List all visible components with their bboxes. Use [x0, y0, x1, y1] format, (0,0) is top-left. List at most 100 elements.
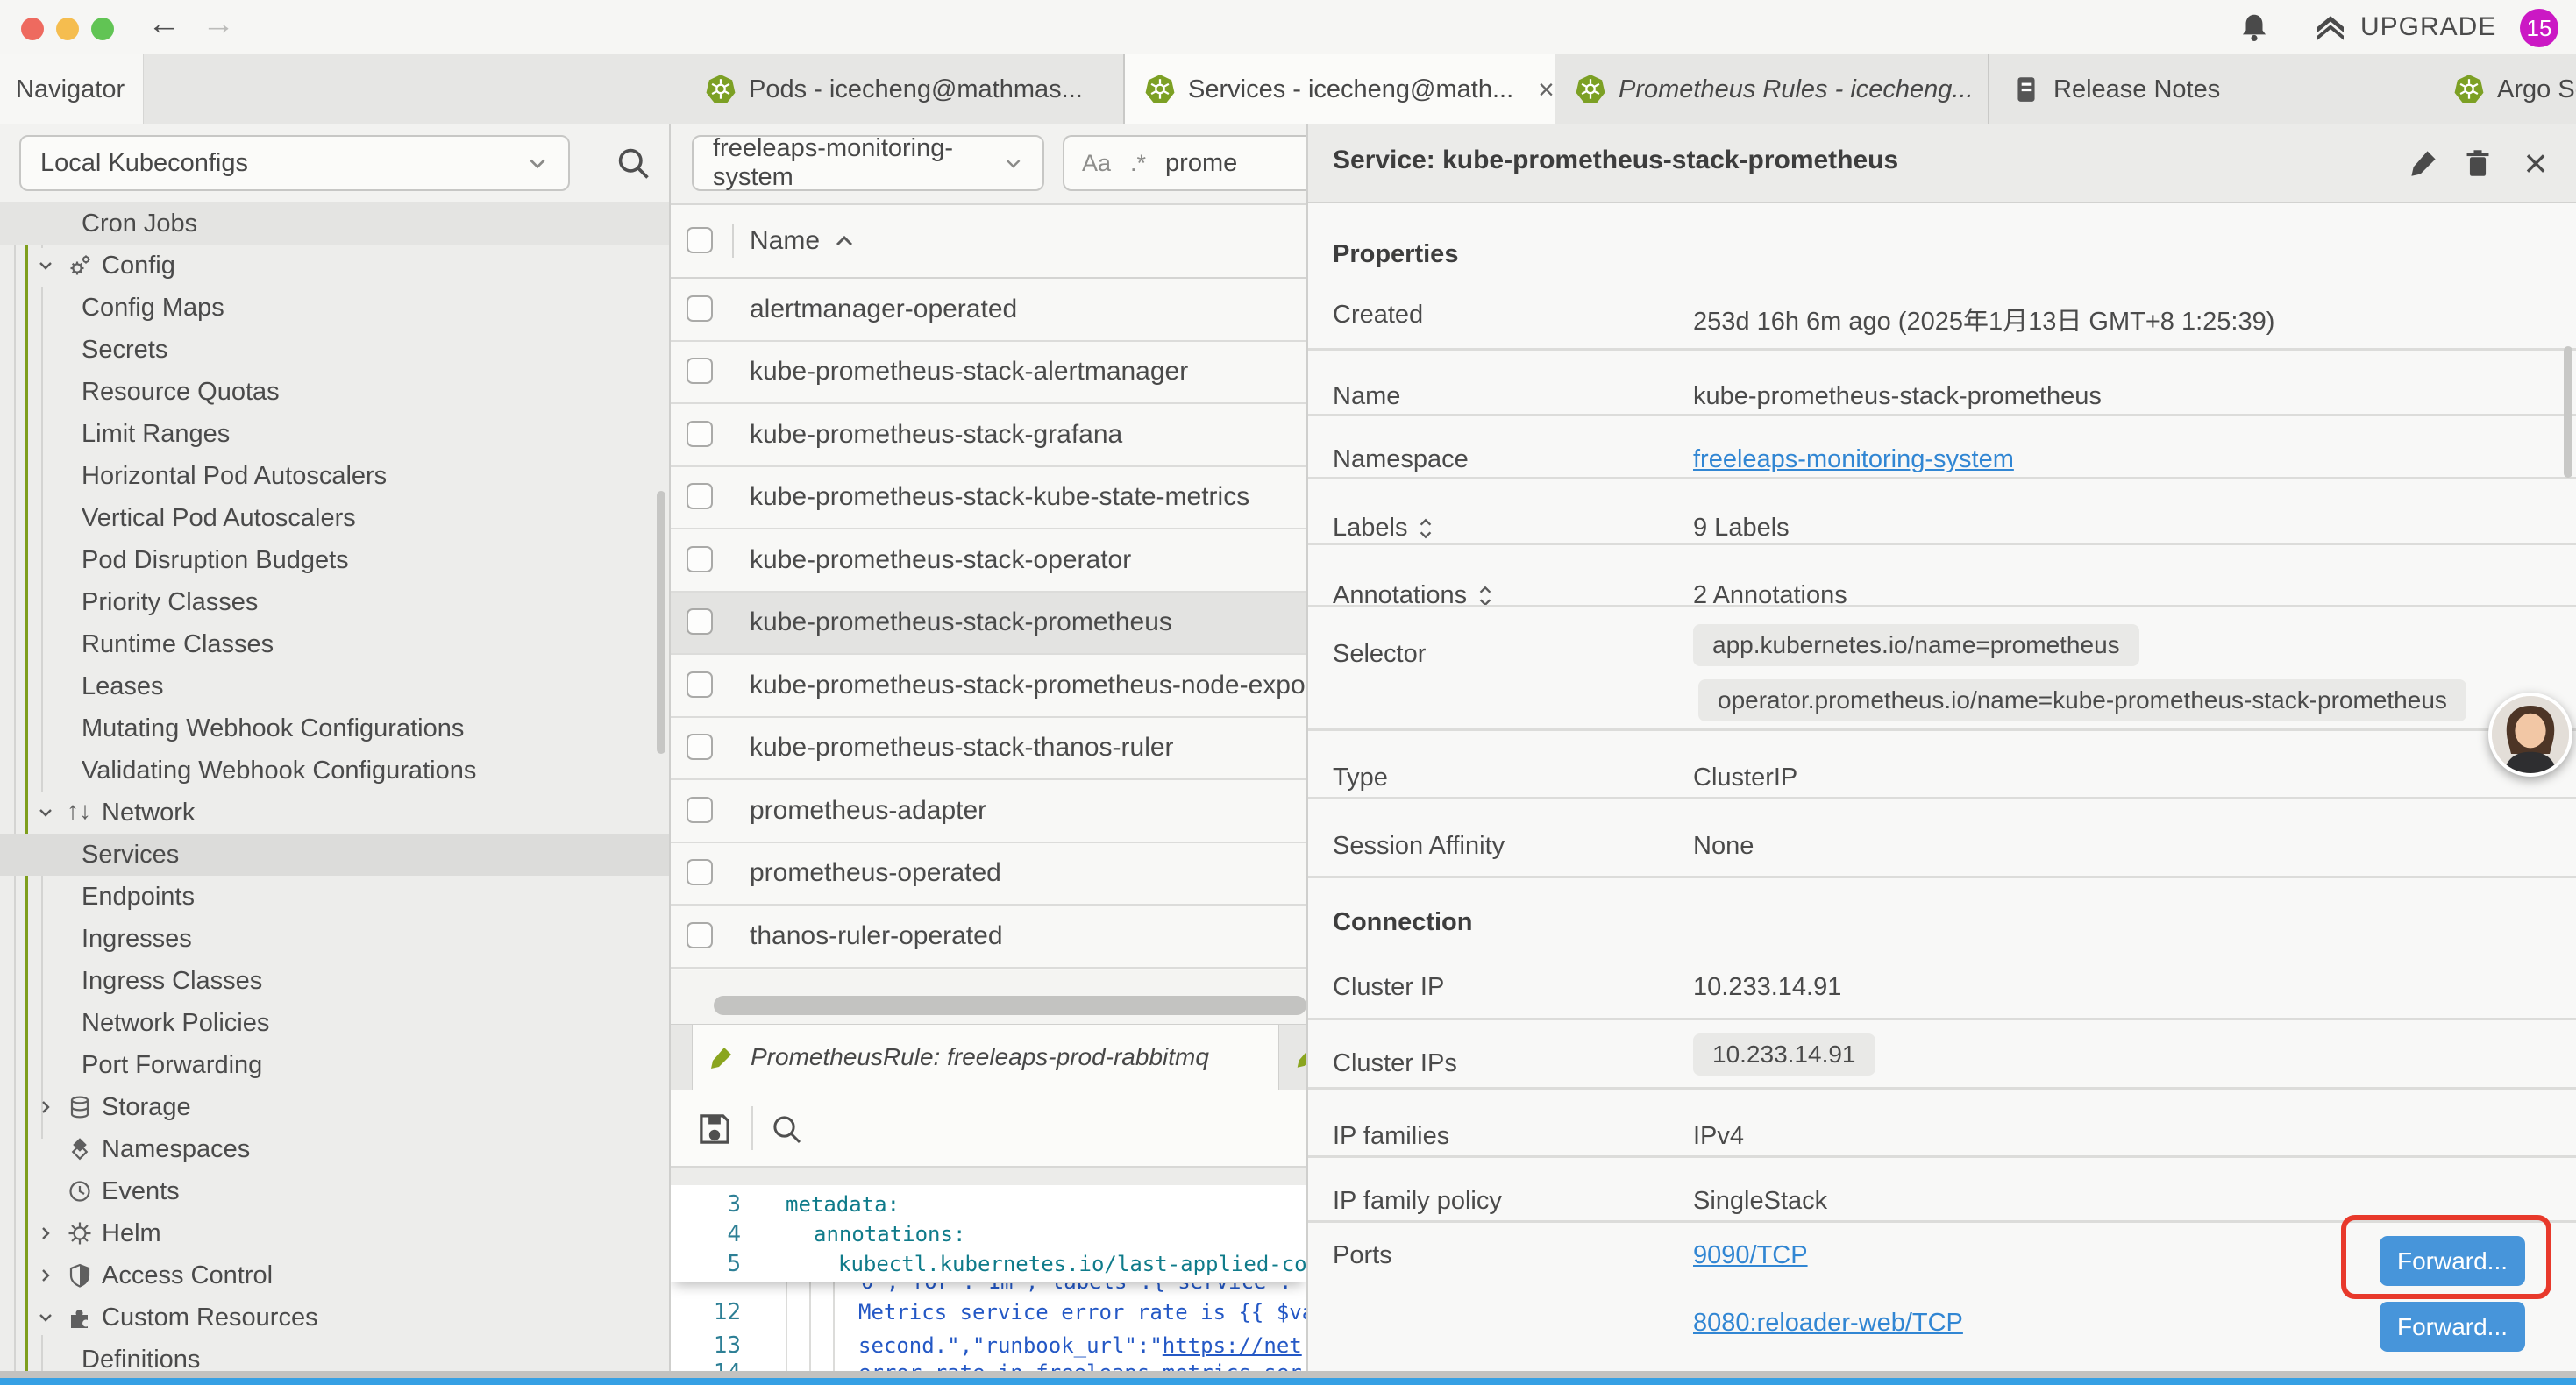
- row-checkbox[interactable]: [687, 421, 713, 447]
- tab-pods[interactable]: Pods - icecheng@mathmas...: [686, 54, 1124, 124]
- minimize-window-button[interactable]: [56, 18, 79, 40]
- row-checkbox[interactable]: [687, 859, 713, 885]
- close-window-button[interactable]: [21, 18, 44, 40]
- row-checkbox[interactable]: [687, 483, 713, 509]
- sidebar-item-endpoints[interactable]: Endpoints: [0, 876, 669, 918]
- tab-close-icon[interactable]: ×: [1538, 74, 1555, 106]
- sidebar-item-cron-jobs[interactable]: Cron Jobs: [0, 202, 669, 245]
- delete-trash-icon[interactable]: [2459, 144, 2497, 182]
- sort-asc-icon[interactable]: [834, 233, 855, 249]
- back-arrow-icon[interactable]: ←: [147, 5, 181, 43]
- sidebar-item-validating-webhook-configurations[interactable]: Validating Webhook Configurations: [0, 749, 669, 792]
- row-checkbox[interactable]: [687, 671, 713, 698]
- filter-search-input[interactable]: Aa .* prome: [1063, 135, 1326, 191]
- chevron-down-icon[interactable]: [37, 804, 54, 821]
- sidebar-group-custom-resources[interactable]: Custom Resources: [0, 1296, 669, 1339]
- forward-port-button[interactable]: Forward...: [2380, 1302, 2525, 1352]
- sidebar-group-helm[interactable]: Helm: [0, 1212, 669, 1254]
- chevron-right-icon[interactable]: [37, 1098, 54, 1116]
- row-checkbox[interactable]: [687, 546, 713, 572]
- table-horizontal-scrollbar[interactable]: [671, 970, 1306, 1024]
- tab-release-notes[interactable]: Release Notes: [1992, 54, 2430, 124]
- tab-prometheus-rules[interactable]: Prometheus Rules - icecheng...: [1555, 54, 1989, 124]
- sidebar-item-events[interactable]: Events: [0, 1170, 669, 1212]
- sidebar-item-definitions[interactable]: Definitions: [0, 1339, 669, 1371]
- table-row-selected[interactable]: kube-prometheus-stack-prometheus: [671, 593, 1306, 656]
- chevron-right-icon[interactable]: [37, 1267, 54, 1284]
- table-row[interactable]: kube-prometheus-stack-grafana: [671, 404, 1306, 467]
- namespace-link[interactable]: freeleaps-monitoring-system: [1693, 445, 2014, 473]
- table-row[interactable]: kube-prometheus-stack-operator: [671, 529, 1306, 593]
- select-all-checkbox[interactable]: [687, 227, 713, 253]
- sidebar-item-services[interactable]: Services: [0, 834, 669, 876]
- upgrade-label[interactable]: UPGRADE: [2360, 12, 2496, 42]
- navigator-panel-tab[interactable]: Navigator: [0, 54, 144, 124]
- sidebar-item-pod-disruption-budgets[interactable]: Pod Disruption Budgets: [0, 539, 669, 581]
- forward-arrow-icon[interactable]: →: [202, 5, 235, 43]
- table-row[interactable]: alertmanager-operated: [671, 279, 1306, 342]
- sidebar-scrollbar[interactable]: [657, 491, 665, 754]
- table-row[interactable]: kube-prometheus-stack-prometheus-node-ex…: [671, 655, 1306, 718]
- table-row[interactable]: prometheus-operated: [671, 843, 1306, 906]
- runbook-url-link[interactable]: https://net: [1163, 1333, 1302, 1358]
- upgrade-chevrons-icon[interactable]: [2313, 11, 2348, 46]
- sidebar-item-runtime-classes[interactable]: Runtime Classes: [0, 623, 669, 665]
- namespace-selector[interactable]: freeleaps-monitoring-system: [692, 135, 1044, 191]
- close-icon[interactable]: ×: [2516, 144, 2555, 182]
- editor-search-icon[interactable]: [769, 1112, 804, 1147]
- name-column-header[interactable]: Name: [750, 226, 820, 256]
- row-checkbox[interactable]: [687, 922, 713, 948]
- sidebar-item-priority-classes[interactable]: Priority Classes: [0, 581, 669, 623]
- sidebar-item-config-maps[interactable]: Config Maps: [0, 287, 669, 329]
- zoom-window-button[interactable]: [91, 18, 114, 40]
- expand-updown-icon[interactable]: [1418, 517, 1434, 540]
- notifications-bell-icon[interactable]: [2238, 11, 2271, 44]
- notification-count-badge[interactable]: 15: [2520, 9, 2558, 47]
- chevron-down-icon[interactable]: [37, 257, 54, 274]
- save-icon[interactable]: [695, 1110, 734, 1148]
- row-checkbox[interactable]: [687, 734, 713, 760]
- port-link[interactable]: 9090/TCP: [1693, 1241, 1808, 1269]
- row-checkbox[interactable]: [687, 797, 713, 823]
- kubeconfig-selector[interactable]: Local Kubeconfigs: [19, 135, 570, 191]
- sidebar-group-network[interactable]: ↑↓ Network: [0, 792, 669, 834]
- yaml-editor[interactable]: 0","for":"1m","labels":{"service":" 3met…: [671, 1185, 1306, 1371]
- scrollbar-thumb[interactable]: [714, 996, 1306, 1015]
- case-sensitive-toggle[interactable]: Aa: [1082, 150, 1111, 177]
- sidebar-item-port-forwarding[interactable]: Port Forwarding: [0, 1044, 669, 1086]
- sidebar-item-vertical-pod-autoscalers[interactable]: Vertical Pod Autoscalers: [0, 497, 669, 539]
- sidebar-item-ingress-classes[interactable]: Ingress Classes: [0, 960, 669, 1002]
- sidebar-item-network-policies[interactable]: Network Policies: [0, 1002, 669, 1044]
- row-checkbox[interactable]: [687, 358, 713, 384]
- chevron-right-icon[interactable]: [37, 1225, 54, 1242]
- sidebar-item-ingresses[interactable]: Ingresses: [0, 918, 669, 960]
- tab-argo[interactable]: Argo Se: [2434, 54, 2576, 124]
- sidebar-group-access-control[interactable]: Access Control: [0, 1254, 669, 1296]
- sidebar-item-resource-quotas[interactable]: Resource Quotas: [0, 371, 669, 413]
- sidebar-search-icon[interactable]: [614, 144, 652, 182]
- edit-pencil-icon[interactable]: [2404, 144, 2443, 182]
- row-checkbox[interactable]: [687, 295, 713, 322]
- assistant-avatar[interactable]: [2488, 692, 2572, 777]
- port-link[interactable]: 8080:reloader-web/TCP: [1693, 1309, 1963, 1337]
- sidebar-item-secrets[interactable]: Secrets: [0, 329, 669, 371]
- table-row[interactable]: kube-prometheus-stack-alertmanager: [671, 342, 1306, 405]
- editor-tab-prometheusrule[interactable]: PrometheusRule: freeleaps-prod-rabbitmq: [692, 1025, 1279, 1090]
- sidebar-item-leases[interactable]: Leases: [0, 665, 669, 707]
- sidebar-item-limit-ranges[interactable]: Limit Ranges: [0, 413, 669, 455]
- sidebar-item-mutating-webhook-configurations[interactable]: Mutating Webhook Configurations: [0, 707, 669, 749]
- tab-services[interactable]: Services - icecheng@math... ×: [1124, 54, 1555, 124]
- table-row[interactable]: thanos-ruler-operated: [671, 906, 1306, 969]
- table-row[interactable]: kube-prometheus-stack-kube-state-metrics: [671, 467, 1306, 530]
- regex-toggle[interactable]: .*: [1130, 150, 1146, 177]
- detail-scrollbar[interactable]: [2564, 346, 2572, 478]
- expand-updown-icon[interactable]: [1477, 585, 1493, 607]
- sidebar-item-namespaces[interactable]: Namespaces: [0, 1128, 669, 1170]
- row-checkbox[interactable]: [687, 608, 713, 635]
- sidebar-group-storage[interactable]: Storage: [0, 1086, 669, 1128]
- table-row[interactable]: prometheus-adapter: [671, 780, 1306, 843]
- table-row[interactable]: kube-prometheus-stack-thanos-ruler: [671, 718, 1306, 781]
- chevron-down-icon[interactable]: [37, 1309, 54, 1326]
- sidebar-item-horizontal-pod-autoscalers[interactable]: Horizontal Pod Autoscalers: [0, 455, 669, 497]
- sidebar-group-config[interactable]: Config: [0, 245, 669, 287]
